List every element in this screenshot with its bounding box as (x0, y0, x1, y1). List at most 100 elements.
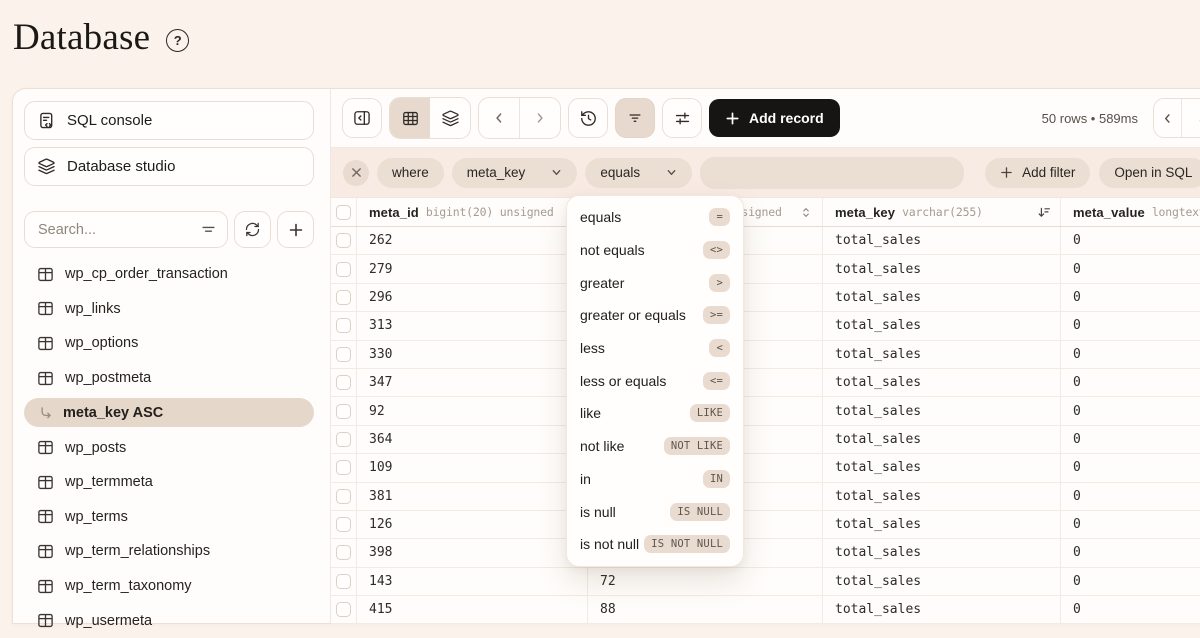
help-icon[interactable]: ? (166, 29, 189, 52)
cell-meta-value[interactable]: 0 (1061, 568, 1200, 595)
operator-menu-item[interactable]: less < (567, 332, 743, 365)
operator-menu-item[interactable]: less or equals <= (567, 364, 743, 397)
row-checkbox[interactable] (336, 432, 351, 447)
cell-meta-key[interactable]: total_sales (823, 397, 1061, 424)
operator-menu-item[interactable]: not equals <> (567, 234, 743, 267)
table-row[interactable]: 313 total_sales 0 (331, 312, 1200, 340)
row-checkbox[interactable] (336, 602, 351, 617)
operator-menu-item[interactable]: greater or equals >= (567, 299, 743, 332)
sidebar-table-item[interactable]: wp_links (24, 292, 314, 327)
sidebar-table-item[interactable]: wp_cp_order_transaction (24, 257, 314, 292)
cell-meta-value[interactable]: 0 (1061, 483, 1200, 510)
search-input[interactable] (36, 221, 160, 239)
database-studio-button[interactable]: Database studio (24, 147, 314, 186)
cell-meta-key[interactable]: total_sales (823, 596, 1061, 623)
sidebar-sort-item-active[interactable]: meta_key ASC (24, 398, 314, 427)
row-checkbox[interactable] (336, 290, 351, 305)
query-history-button[interactable] (568, 98, 608, 138)
page-prev-button[interactable] (1154, 112, 1181, 125)
row-checkbox[interactable] (336, 517, 351, 532)
column-header-meta-id[interactable]: meta_id bigint(20) unsigned (357, 198, 588, 226)
display-settings-button[interactable] (662, 98, 702, 138)
cell-meta-id[interactable]: 262 (357, 227, 588, 254)
collapse-sidebar-button[interactable] (342, 98, 382, 138)
cell-meta-key[interactable]: total_sales (823, 227, 1061, 254)
filter-value-input[interactable] (700, 157, 964, 189)
cell-meta-key[interactable]: total_sales (823, 369, 1061, 396)
cell-meta-id[interactable]: 109 (357, 454, 588, 481)
cell-meta-id[interactable]: 415 (357, 596, 588, 623)
table-row[interactable]: 262 total_sales 0 (331, 227, 1200, 255)
sidebar-table-item[interactable]: wp_postmeta (24, 361, 314, 396)
cell-meta-id[interactable]: 330 (357, 341, 588, 368)
table-row[interactable]: 109 total_sales 0 (331, 454, 1200, 482)
table-row[interactable]: 126 total_sales 0 (331, 511, 1200, 539)
row-checkbox[interactable] (336, 262, 351, 277)
column-header-meta-key[interactable]: meta_key varchar(255) (823, 198, 1061, 226)
column-header-meta-value[interactable]: meta_value longtext (1061, 198, 1200, 226)
cell-meta-id[interactable]: 92 (357, 397, 588, 424)
nav-back-button[interactable] (479, 98, 519, 138)
row-checkbox[interactable] (336, 404, 351, 419)
cell-meta-key[interactable]: total_sales (823, 284, 1061, 311)
operator-menu-item[interactable]: equals = (567, 201, 743, 234)
table-row[interactable]: 347 total_sales 0 (331, 369, 1200, 397)
operator-menu-item[interactable]: in IN (567, 463, 743, 496)
cell-meta-value[interactable]: 0 (1061, 397, 1200, 424)
operator-menu-item[interactable]: not like NOT LIKE (567, 430, 743, 463)
table-row[interactable]: 398 total_sales 0 (331, 539, 1200, 567)
cell-meta-id[interactable]: 364 (357, 426, 588, 453)
table-row[interactable]: 381 total_sales 0 (331, 483, 1200, 511)
search-box[interactable] (24, 211, 228, 248)
cell-meta-value[interactable]: 0 (1061, 284, 1200, 311)
cell-meta-key[interactable]: total_sales (823, 255, 1061, 282)
sql-console-button[interactable]: SQL console (24, 101, 314, 140)
row-checkbox[interactable] (336, 347, 351, 362)
row-checkbox[interactable] (336, 489, 351, 504)
cell-meta-id[interactable]: 126 (357, 511, 588, 538)
cell-meta-key[interactable]: total_sales (823, 483, 1061, 510)
select-all-checkbox[interactable] (336, 205, 351, 220)
sort-asc-icon[interactable] (1035, 204, 1051, 220)
cell-meta-key[interactable]: total_sales (823, 341, 1061, 368)
cell-meta-id[interactable]: 279 (357, 255, 588, 282)
row-checkbox[interactable] (336, 375, 351, 390)
nav-forward-button[interactable] (520, 98, 560, 138)
cell-meta-key[interactable]: total_sales (823, 568, 1061, 595)
row-checkbox[interactable] (336, 545, 351, 560)
cell-meta-value[interactable]: 0 (1061, 227, 1200, 254)
add-filter-button[interactable]: Add filter (985, 158, 1090, 188)
sort-toggle-icon[interactable] (799, 205, 813, 220)
cell-meta-key[interactable]: total_sales (823, 426, 1061, 453)
table-row[interactable]: 296 total_sales 0 (331, 284, 1200, 312)
cell-meta-id[interactable]: 398 (357, 539, 588, 566)
operator-menu-item[interactable]: is not null IS NOT NULL (567, 528, 743, 561)
table-row[interactable]: 279 total_sales 0 (331, 255, 1200, 283)
open-in-sql-button[interactable]: Open in SQL (1099, 158, 1200, 188)
row-checkbox[interactable] (336, 460, 351, 475)
sidebar-table-item[interactable]: wp_terms (24, 500, 314, 535)
operator-menu-item[interactable]: greater > (567, 266, 743, 299)
cell-meta-key[interactable]: total_sales (823, 539, 1061, 566)
cell-meta-id[interactable]: 143 (357, 568, 588, 595)
cell-meta-value[interactable]: 0 (1061, 511, 1200, 538)
filter-field-select[interactable]: meta_key (452, 158, 578, 188)
add-record-button[interactable]: Add record (709, 99, 840, 137)
cell-post-id[interactable]: 88 (588, 596, 823, 623)
add-table-button[interactable] (277, 211, 314, 248)
cell-meta-value[interactable]: 0 (1061, 539, 1200, 566)
operator-menu-item[interactable]: like LIKE (567, 397, 743, 430)
table-row[interactable]: 364 total_sales 0 (331, 426, 1200, 454)
cell-meta-key[interactable]: total_sales (823, 454, 1061, 481)
cell-meta-value[interactable]: 0 (1061, 369, 1200, 396)
row-checkbox[interactable] (336, 233, 351, 248)
sidebar-table-item[interactable]: wp_term_taxonomy (24, 569, 314, 604)
cell-meta-value[interactable]: 0 (1061, 255, 1200, 282)
cell-meta-key[interactable]: total_sales (823, 511, 1061, 538)
cell-meta-value[interactable]: 0 (1061, 596, 1200, 623)
row-checkbox[interactable] (336, 574, 351, 589)
row-checkbox[interactable] (336, 318, 351, 333)
cell-meta-value[interactable]: 0 (1061, 341, 1200, 368)
sidebar-table-item[interactable]: wp_posts (24, 430, 314, 465)
sidebar-table-item[interactable]: wp_usermeta (24, 603, 314, 638)
